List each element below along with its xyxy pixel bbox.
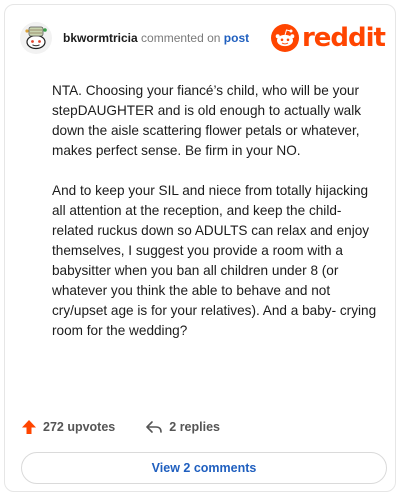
snoo-avatar-icon[interactable] [19,21,53,55]
reddit-logo[interactable]: reddit [270,23,386,53]
upvote-button[interactable]: 272 upvotes [21,419,115,435]
reddit-logo-icon [270,24,299,52]
reply-arrow-icon [146,421,163,433]
comment-paragraph: And to keep your SIL and niece from tota… [52,183,377,338]
comment-actions: 272 upvotes 2 replies [21,417,220,437]
comment-meta: bkwormtricia commented on post [63,31,249,45]
comment-body: NTA. Choosing your fiancé’s child, who w… [52,81,382,361]
upvote-count: 272 upvotes [43,420,116,434]
comment-header: bkwormtricia commented on post reddit [19,21,386,55]
upvote-arrow-icon [22,420,36,434]
reddit-wordmark: reddit [301,23,386,53]
comment-card: bkwormtricia commented on post reddit NT… [4,4,396,492]
username-link[interactable]: bkwormtricia [63,31,138,45]
replies-button[interactable]: 2 replies [145,419,220,435]
comment-paragraph: NTA. Choosing your fiancé’s child, who w… [52,83,362,158]
post-link[interactable]: post [224,31,249,45]
replies-count: 2 replies [169,420,220,434]
comment-verb: commented on [141,31,221,45]
view-comments-button[interactable]: View 2 comments [21,452,387,484]
